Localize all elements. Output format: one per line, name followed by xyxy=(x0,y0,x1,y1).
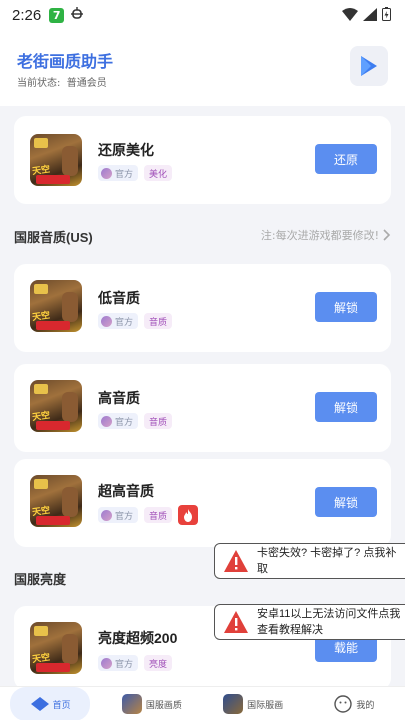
app-title: 老街画质助手 xyxy=(17,54,114,71)
fire-icon xyxy=(184,508,193,522)
nav-intl-quality[interactable]: 国际服画 xyxy=(203,687,304,720)
bottom-nav: 首页 国服画质 国际服画 我的 xyxy=(0,686,405,720)
item-title: 高音质 xyxy=(98,390,140,406)
status-value: 普通会员 xyxy=(66,78,107,89)
section-note[interactable]: 注:每次进游戏都要修改! xyxy=(261,227,391,243)
item-title: 超高音质 xyxy=(98,483,154,499)
category-tag: 音质 xyxy=(144,313,173,329)
launch-game-button[interactable] xyxy=(350,46,388,86)
status-bar: 2:26 7 xyxy=(0,0,405,30)
category-tag: 美化 xyxy=(144,165,173,181)
member-status: 当前状态: 普通会员 xyxy=(17,74,107,89)
category-tag: 音质 xyxy=(144,413,173,429)
card-key-toast[interactable]: 卡密失效? 卡密掉了? 点我补取 xyxy=(214,543,405,579)
official-avatar-icon xyxy=(101,167,112,179)
official-avatar-icon xyxy=(101,657,112,669)
bug-icon xyxy=(70,6,84,24)
tag-row: 官方 亮度 xyxy=(98,655,173,671)
chevron-right-icon xyxy=(383,229,391,241)
game-thumbnail: 天空 xyxy=(30,134,82,186)
item-title: 低音质 xyxy=(98,290,140,306)
app-notification-icon: 7 xyxy=(49,7,65,23)
section-title-audio: 国服音质(US) xyxy=(14,230,93,245)
battery-icon xyxy=(382,6,391,25)
game-thumbnail: 天空 xyxy=(30,280,82,332)
category-tag: 音质 xyxy=(144,507,173,523)
category-tag: 亮度 xyxy=(144,655,173,671)
unlock-button[interactable]: 解锁 xyxy=(315,392,377,422)
item-card-ultra: 天空 超高音质 官方 音质 解锁 xyxy=(14,459,391,547)
toast-text: 卡密失效? 卡密掉了? 点我补取 xyxy=(257,547,397,575)
app-header: 老街画质助手 当前状态: 普通会员 xyxy=(0,30,405,106)
nav-mine[interactable]: 我的 xyxy=(304,687,405,720)
nav-cn-quality[interactable]: 国服画质 xyxy=(101,687,202,720)
warning-icon xyxy=(224,550,248,572)
restore-card: 天空 还原美化 官方 美化 还原 xyxy=(14,116,391,204)
item-title: 还原美化 xyxy=(98,142,154,158)
unlock-button[interactable]: 解锁 xyxy=(315,487,377,517)
signal-icon xyxy=(363,6,377,25)
item-card-low: 天空 低音质 官方 音质 解锁 xyxy=(14,264,391,352)
tag-row: 官方 音质 xyxy=(98,413,173,429)
official-avatar-icon xyxy=(101,509,112,521)
play-store-icon xyxy=(361,56,377,76)
restore-button[interactable]: 还原 xyxy=(315,144,377,174)
official-avatar-icon xyxy=(101,415,112,427)
tag-row: 官方 音质 xyxy=(98,505,199,525)
official-avatar-icon xyxy=(101,315,112,327)
section-title-brightness: 国服亮度 xyxy=(14,572,67,587)
warning-icon xyxy=(224,611,248,633)
item-card-high: 天空 高音质 官方 音质 解锁 xyxy=(14,364,391,452)
hot-badge xyxy=(178,505,199,525)
item-title: 亮度超频200 xyxy=(98,630,178,646)
tag-row: 官方 音质 xyxy=(98,313,173,329)
home-icon xyxy=(30,697,49,711)
tag-row: 官方 美化 xyxy=(98,165,173,181)
status-time: 2:26 xyxy=(12,6,42,24)
wifi-icon xyxy=(342,6,358,25)
official-tag: 官方 xyxy=(98,413,139,429)
android11-toast[interactable]: 安卓11以上无法访问文件点我查看教程解决 xyxy=(214,604,405,640)
nav-home[interactable]: 首页 xyxy=(0,687,101,720)
smile-icon xyxy=(334,695,353,713)
official-tag: 官方 xyxy=(98,165,139,181)
official-tag: 官方 xyxy=(98,313,139,329)
game-thumb-icon xyxy=(223,694,244,714)
game-thumbnail: 天空 xyxy=(30,475,82,527)
unlock-button[interactable]: 解锁 xyxy=(315,292,377,322)
status-label: 当前状态: xyxy=(17,78,61,89)
toast-text: 安卓11以上无法访问文件点我查看教程解决 xyxy=(257,608,401,636)
game-thumbnail: 天空 xyxy=(30,380,82,432)
game-thumb-icon xyxy=(121,694,142,714)
game-thumbnail: 天空 xyxy=(30,622,82,674)
official-tag: 官方 xyxy=(98,507,139,523)
official-tag: 官方 xyxy=(98,655,139,671)
